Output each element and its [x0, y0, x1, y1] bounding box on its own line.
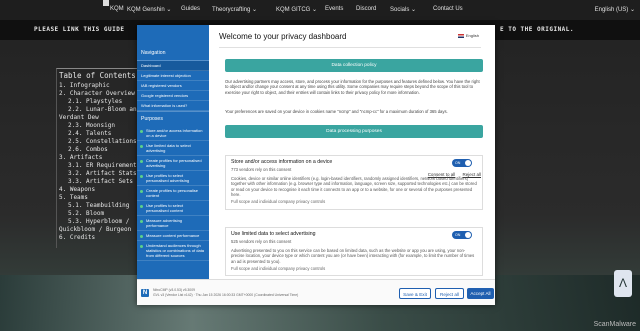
dialog-language-label: English [465, 33, 479, 38]
toggle-knob [465, 232, 471, 238]
dialog-language-selector[interactable]: English [457, 33, 479, 38]
purpose-toggle[interactable]: ON [452, 159, 472, 167]
purpose-label: Measure content performance [146, 233, 200, 238]
nav-kqm-gitcg[interactable]: KQM GITCG ⌄ [276, 6, 317, 13]
sidebar-purpose-item[interactable]: Store and/or access information on a dev… [137, 126, 209, 141]
sidebar-nav-item[interactable]: What information is used? [137, 101, 209, 111]
footer-version-info: NitroCMP (v3.0.53) v5.3009 GVL v3 (Vendo… [153, 288, 353, 297]
nav-events[interactable]: Events [325, 6, 343, 12]
status-dot-icon [140, 205, 143, 208]
status-dot-icon [140, 145, 143, 148]
chevron-up-icon: Λ [618, 276, 627, 290]
card-description: Advertising presented to you on this ser… [231, 247, 475, 264]
footer-line-2: GVL v3 (Vendor List v142) · Thu Jan 15 2… [153, 292, 299, 297]
purpose-toggle[interactable]: ON [452, 231, 472, 239]
card-title: Use limited data to select advertising [231, 231, 316, 237]
status-dot-icon [140, 160, 143, 163]
cookies-note: Your preferences are saved on your devic… [225, 109, 448, 114]
watermark: ScanMalware [593, 321, 636, 328]
sidebar-purpose-item[interactable]: Measure content performance [137, 231, 209, 241]
privacy-dialog: Navigation Dashboard Legitimate interest … [137, 25, 495, 305]
site-logo-icon[interactable] [103, 0, 109, 6]
nav-contact-us[interactable]: Contact Us [433, 6, 463, 12]
status-dot-icon [140, 190, 143, 193]
purpose-label: Create profiles for personalised adverti… [146, 158, 202, 168]
sidebar-nav-item[interactable]: Dashboard [137, 61, 209, 71]
purpose-label: Use limited data to select advertising [146, 143, 191, 153]
sidebar-purpose-item[interactable]: Create profiles to personalise content [137, 186, 209, 201]
card-privacy-controls-link[interactable]: Full scope and individual company privac… [231, 199, 477, 204]
reject-all-button[interactable]: Reject all [435, 288, 464, 299]
sidebar-nav-item[interactable]: IAB registered vendors [137, 81, 209, 91]
flag-icon [457, 33, 464, 38]
sidebar-purpose-item[interactable]: Use profiles to select personalised cont… [137, 201, 209, 216]
sidebar-navigation-heading: Navigation [137, 25, 209, 61]
nav-guides[interactable]: Guides [181, 6, 200, 12]
toggle-knob [465, 160, 471, 166]
nav-discord[interactable]: Discord [356, 6, 376, 12]
nitro-logo-icon: N [141, 289, 149, 297]
accept-all-button[interactable]: Accept All [467, 288, 494, 299]
nav-kqm[interactable]: KQM [110, 6, 124, 12]
sidebar-purpose-item[interactable]: Use profiles to select personalised adve… [137, 171, 209, 186]
purpose-label: Store and/or access information on a dev… [146, 128, 203, 138]
nav-kqm-genshin[interactable]: KQM Genshin ⌄ [127, 6, 171, 13]
site-header: KQM KQM Genshin ⌄ Guides Theorycrafting … [0, 0, 640, 20]
purpose-label: Create profiles to personalise content [146, 188, 199, 198]
card-description: Cookies, device or similar online identi… [231, 175, 477, 198]
card-title: Store and/or access information on a dev… [231, 159, 333, 165]
dialog-content[interactable]: Welcome to your privacy dashboard Englis… [209, 25, 489, 279]
status-dot-icon [140, 175, 143, 178]
nav-socials[interactable]: Socials ⌄ [390, 6, 416, 13]
status-dot-icon [140, 245, 143, 248]
dialog-title: Welcome to your privacy dashboard [219, 32, 347, 41]
purpose-label: Measure advertising performance [146, 218, 183, 228]
card-vendor-count: 773 vendors rely on this consent [231, 167, 292, 173]
status-dot-icon [140, 130, 143, 133]
purpose-card-store-access: ON Store and/or access information on a … [225, 155, 483, 210]
language-selector[interactable]: English (US) ⌄ [595, 6, 635, 13]
dialog-footer: N NitroCMP (v3.0.53) v5.3009 GVL v3 (Ven… [137, 279, 495, 305]
sidebar-purpose-item[interactable]: Create profiles for personalised adverti… [137, 156, 209, 171]
sidebar-purposes-heading: Purposes [137, 111, 209, 126]
dialog-sidebar: Navigation Dashboard Legitimate interest … [137, 25, 209, 279]
sidebar-nav-item[interactable]: Legitimate interest objection [137, 71, 209, 81]
sidebar-purpose-item[interactable]: Measure advertising performance [137, 216, 209, 231]
card-privacy-controls-link[interactable]: Full scope and individual company privac… [231, 266, 477, 271]
sidebar-purpose-item[interactable]: Understand audiences through statistics … [137, 241, 209, 261]
purpose-label: Use profiles to select personalised adve… [146, 173, 190, 183]
purpose-label: Understand audiences through statistics … [146, 243, 205, 258]
nav-theorycrafting[interactable]: Theorycrafting ⌄ [212, 6, 257, 13]
purpose-card-limited-data: ON Use limited data to select advertisin… [225, 227, 483, 277]
data-processing-purposes-button[interactable]: Data processing purposes [225, 125, 483, 138]
save-exit-button[interactable]: Save & Exit [399, 288, 431, 299]
banner-text-left: PLEASE LINK THIS GUIDE [34, 26, 125, 33]
data-collection-policy-button[interactable]: Data collection policy [225, 59, 483, 72]
divider [219, 47, 481, 48]
card-vendor-count: 525 vendors rely on this consent [231, 239, 292, 245]
purpose-label: Use profiles to select personalised cont… [146, 203, 184, 213]
intro-text: Our advertising partners may access, sto… [225, 79, 480, 95]
sidebar-nav-item[interactable]: Google registered vendors [137, 91, 209, 101]
toggle-label: ON [455, 233, 461, 237]
scroll-to-top-button[interactable]: Λ [614, 270, 632, 297]
sidebar-purpose-item[interactable]: Use limited data to select advertising [137, 141, 209, 156]
status-dot-icon [140, 220, 143, 223]
toggle-label: ON [455, 161, 461, 165]
banner-text-right: E TO THE ORIGINAL. [500, 26, 575, 33]
status-dot-icon [140, 235, 143, 238]
